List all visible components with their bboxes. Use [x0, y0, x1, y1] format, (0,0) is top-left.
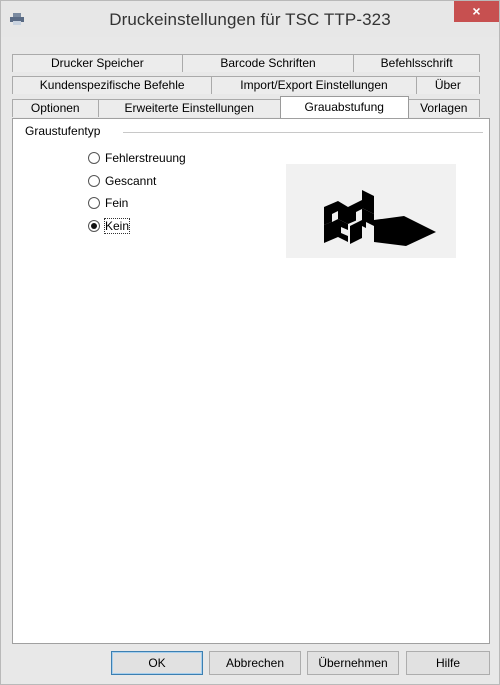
grayscale-preview-image [286, 164, 456, 258]
tab-vorlagen[interactable]: Vorlagen [407, 99, 480, 117]
radio-fein[interactable]: Fein [88, 195, 128, 211]
tab-befehlsschrift[interactable]: Befehlsschrift [353, 54, 481, 72]
radio-label[interactable]: Gescannt [105, 174, 156, 188]
radio-selected-dot [91, 223, 97, 229]
radio-fehlerstreuung[interactable]: Fehlerstreuung [88, 150, 186, 166]
checkered-cube-icon [324, 190, 436, 246]
tab-row-2: Kundenspezifische Befehle Import/Export … [12, 76, 480, 94]
graustufentyp-group-label: Graustufentyp [25, 124, 107, 138]
apply-button[interactable]: Übernehmen [307, 651, 399, 675]
group-divider [123, 132, 483, 133]
radio-circle[interactable] [88, 197, 100, 209]
cancel-button[interactable]: Abbrechen [209, 651, 301, 675]
window-title: Druckeinstellungen für TSC TTP-323 [109, 10, 391, 29]
radio-kein[interactable]: Kein [88, 218, 131, 234]
tab-import-export[interactable]: Import/Export Einstellungen [211, 76, 417, 94]
ok-button[interactable]: OK [111, 651, 203, 675]
tab-erweiterte-einstellungen[interactable]: Erweiterte Einstellungen [97, 99, 281, 117]
tab-row-1: Drucker Speicher Barcode Schriften Befeh… [12, 54, 481, 72]
tab-kundenspezifische-befehle[interactable]: Kundenspezifische Befehle [12, 76, 213, 94]
tab-grauabstufung[interactable]: Grauabstufung [280, 96, 409, 118]
close-icon: × [472, 3, 481, 19]
printing-preferences-window: Druckeinstellungen für TSC TTP-323 × Dru… [0, 0, 500, 685]
tab-row-3: Optionen Erweiterte Einstellungen Grauab… [12, 96, 480, 118]
help-button[interactable]: Hilfe [406, 651, 490, 675]
radio-circle[interactable] [88, 152, 100, 164]
tab-barcode-schriften[interactable]: Barcode Schriften [181, 54, 355, 72]
radio-gescannt[interactable]: Gescannt [88, 173, 156, 189]
radio-label[interactable]: Kein [103, 218, 131, 234]
radio-label[interactable]: Fein [105, 196, 128, 210]
title-bar[interactable]: Druckeinstellungen für TSC TTP-323 × [1, 1, 499, 37]
tab-optionen[interactable]: Optionen [12, 99, 99, 117]
tab-drucker-speicher[interactable]: Drucker Speicher [12, 54, 183, 72]
radio-circle[interactable] [88, 175, 100, 187]
radio-label[interactable]: Fehlerstreuung [105, 151, 186, 165]
close-button[interactable]: × [454, 1, 499, 22]
radio-circle-selected[interactable] [88, 220, 100, 232]
tab-ueber[interactable]: Über [415, 76, 480, 94]
